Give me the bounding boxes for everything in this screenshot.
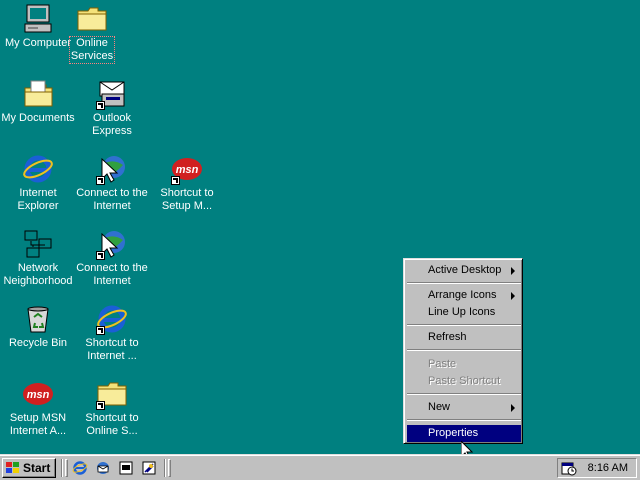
connect-to-internet-2-icon-item[interactable]: Connect to the Internet [74,228,150,288]
menu-separator [407,393,521,395]
shortcut-arrow-icon [96,176,105,185]
shortcut-setup-msn-icon-item[interactable]: msn Shortcut to Setup M... [149,153,225,213]
my-documents-icon-item[interactable]: My Documents [0,78,76,125]
menu-separator [407,324,521,326]
view-channels-icon[interactable] [141,460,157,476]
menu-item-paste-shortcut[interactable]: Paste Shortcut [407,373,521,390]
icon-label: Outlook Express [92,112,132,137]
internet-explorer-icon-item[interactable]: Internet Explorer [0,153,76,213]
taskbar-separator [164,459,166,477]
menu-item-arrange-icons[interactable]: Arrange Icons [407,287,521,304]
start-label: Start [23,461,51,475]
icon-label: Online Services [68,36,116,64]
system-tray: 8:16 AM [557,458,637,478]
documents-folder-icon [22,78,54,110]
outlook-express-icon[interactable] [95,460,111,476]
connection-wizard-icon [96,228,128,260]
msn-icon: msn [22,378,54,410]
shortcut-arrow-icon [96,401,105,410]
desktop-context-menu: Active Desktop Arrange Icons Line Up Ico… [403,258,523,444]
internet-explorer-icon [96,303,128,335]
icon-label: Internet Explorer [17,187,59,212]
taskbar: Start 8:16 AM [0,454,640,480]
taskbar-separator [61,459,63,477]
network-icon [22,228,54,260]
icon-label: Shortcut to Setup M... [160,187,214,212]
menu-item-new[interactable]: New [407,399,521,416]
menu-item-label: Arrange Icons [428,289,497,301]
shortcut-arrow-icon [96,101,105,110]
icon-label: Setup MSN Internet A... [9,412,67,437]
setup-msn-icon-item[interactable]: msn Setup MSN Internet A... [0,378,76,438]
menu-separator [407,419,521,421]
desktop[interactable]: My Computer Online Services My Documents [0,0,640,460]
outlook-express-icon [96,78,128,110]
menu-item-label: Paste Shortcut [428,375,501,387]
icon-label: Recycle Bin [8,337,68,349]
shortcut-internet-icon-item[interactable]: Shortcut to Internet ... [74,303,150,363]
quick-launch-grip[interactable] [65,459,68,477]
internet-explorer-icon [22,153,54,185]
menu-item-label: Refresh [428,331,467,343]
shortcut-arrow-icon [171,176,180,185]
svg-text:msn: msn [27,389,50,401]
msn-icon: msn [171,153,203,185]
icon-label: Shortcut to Online S... [85,412,139,437]
shortcut-online-services-icon-item[interactable]: Shortcut to Online S... [74,378,150,438]
menu-item-line-up-icons[interactable]: Line Up Icons [407,304,521,321]
start-button[interactable]: Start [2,458,56,478]
menu-item-label: Line Up Icons [428,306,496,318]
svg-text:msn: msn [176,164,199,176]
shortcut-arrow-icon [96,251,105,260]
folder-icon [76,3,108,35]
show-desktop-icon[interactable] [118,460,134,476]
internet-explorer-icon[interactable] [72,460,88,476]
icon-label: Network Neighborhood [3,262,73,287]
menu-item-label: Paste [428,358,457,370]
menu-item-label: New [428,401,451,413]
outlook-express-icon-item[interactable]: Outlook Express [74,78,150,138]
recycle-bin-icon [22,303,54,335]
shortcut-arrow-icon [96,326,105,335]
menu-item-active-desktop[interactable]: Active Desktop [407,262,521,279]
network-neighborhood-icon-item[interactable]: Network Neighborhood [0,228,76,288]
connection-wizard-icon [96,153,128,185]
windows-logo-icon [6,462,19,473]
icon-label: Connect to the Internet [76,187,148,212]
submenu-arrow-icon [511,267,515,275]
online-services-icon-item[interactable]: Online Services [54,3,130,64]
menu-separator [407,349,521,351]
clock[interactable]: 8:16 AM [588,459,628,477]
menu-item-refresh[interactable]: Refresh [407,329,521,346]
menu-item-label: Properties [428,427,479,439]
menu-item-label: Active Desktop [428,264,502,276]
menu-item-properties[interactable]: Properties [407,425,521,442]
connect-to-internet-icon-item[interactable]: Connect to the Internet [74,153,150,213]
submenu-arrow-icon [511,292,515,300]
computer-icon [22,3,54,35]
recycle-bin-icon-item[interactable]: Recycle Bin [0,303,76,350]
icon-label: Shortcut to Internet ... [85,337,139,362]
folder-icon [96,378,128,410]
submenu-arrow-icon [511,404,515,412]
menu-separator [407,282,521,284]
taskbar-buttons-grip[interactable] [168,459,171,477]
icon-label: Connect to the Internet [76,262,148,287]
task-scheduler-icon[interactable] [561,460,577,476]
menu-item-paste[interactable]: Paste [407,356,521,373]
icon-label: My Documents [1,112,75,124]
